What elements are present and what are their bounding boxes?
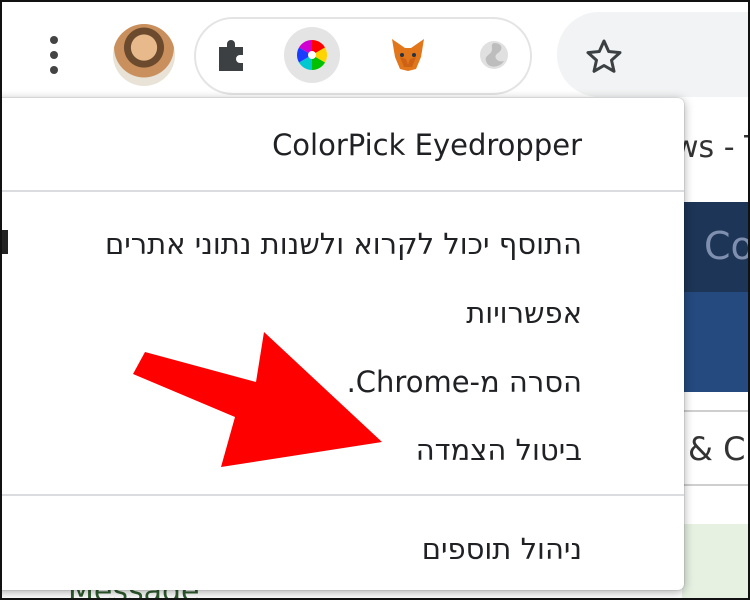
menu-separator	[2, 190, 684, 192]
extension-context-menu: ColorPick Eyedropper התוסף יכול לקרוא ול…	[2, 98, 684, 590]
page-navbar: Co	[682, 202, 750, 292]
gray-extension-icon[interactable]	[466, 27, 522, 83]
page-tab-button-label: & Cl	[688, 430, 750, 468]
browser-toolbar	[2, 2, 748, 102]
menu-manage-extensions[interactable]: ניהול תוספים	[422, 530, 582, 568]
colorpick-icon[interactable]	[284, 27, 340, 83]
avatar[interactable]	[113, 24, 175, 86]
page-tab-title: ws - T	[674, 130, 748, 165]
page-message-panel	[682, 524, 748, 598]
page-tab-button[interactable]: & Cl	[682, 410, 750, 486]
star-icon[interactable]	[579, 32, 629, 82]
menu-extension-name[interactable]: ColorPick Eyedropper	[272, 126, 582, 164]
puzzle-icon[interactable]	[203, 27, 259, 83]
page-navbar-secondary	[682, 292, 748, 392]
info-edge-mark	[2, 230, 8, 254]
page-navbar-text: Co	[704, 224, 750, 268]
screenshot-frame: ws - T Co & Cl Message	[0, 0, 750, 600]
menu-remove-from-chrome[interactable]: הסרה מ-Chrome.	[347, 363, 582, 401]
menu-site-access-info[interactable]: התוסף יכול לקרוא ולשנות נתוני אתרים	[105, 225, 582, 263]
metamask-fox-icon[interactable]	[380, 27, 436, 83]
menu-unpin[interactable]: ביטול הצמדה	[416, 431, 582, 469]
menu-separator	[2, 494, 684, 496]
more-vert-icon[interactable]	[42, 32, 66, 82]
menu-options[interactable]: אפשרויות	[466, 294, 582, 332]
